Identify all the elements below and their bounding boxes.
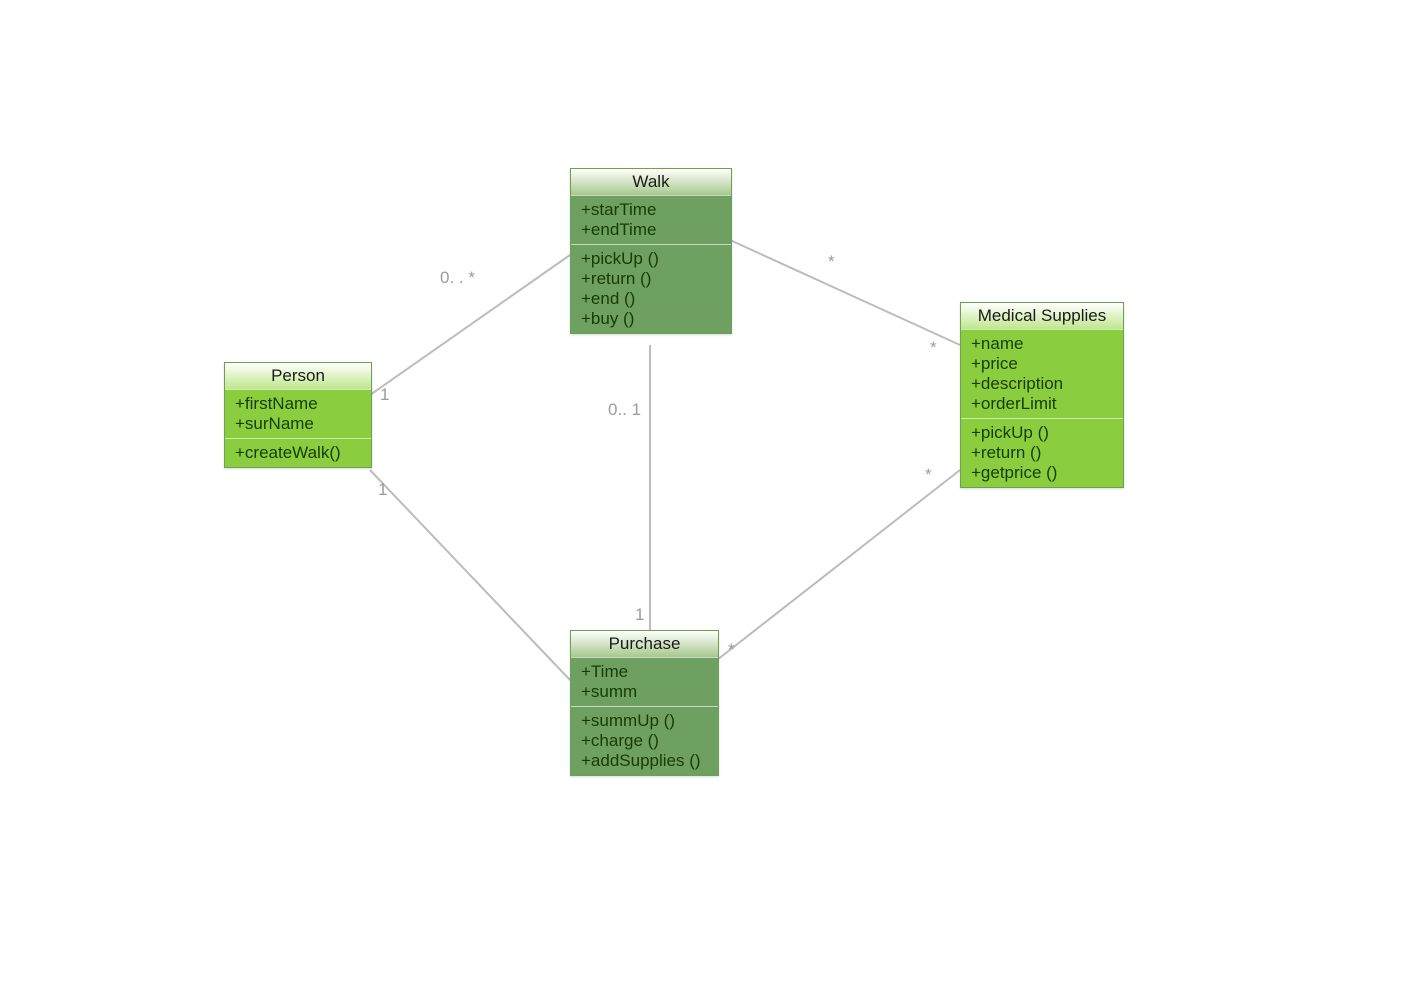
uml-class-diagram: Person +firstName +surName +createWalk()… — [0, 0, 1414, 992]
class-medical[interactable]: Medical Supplies +name +price +descripti… — [960, 302, 1124, 488]
class-walk-meth-2: +end () — [581, 289, 721, 309]
connectors-layer — [0, 0, 1414, 992]
mult-walk-medical-walk: * — [828, 252, 835, 272]
class-medical-attr-1: +price — [971, 354, 1113, 374]
class-purchase-meth-2: +addSupplies () — [581, 751, 708, 771]
class-medical-attr-2: +description — [971, 374, 1113, 394]
class-medical-attr-3: +orderLimit — [971, 394, 1113, 414]
class-medical-meth-0: +pickUp () — [971, 423, 1113, 443]
class-person[interactable]: Person +firstName +surName +createWalk() — [224, 362, 372, 468]
class-medical-meth-1: +return () — [971, 443, 1113, 463]
class-person-attributes: +firstName +surName — [225, 389, 371, 438]
class-purchase[interactable]: Purchase +Time +summ +summUp () +charge … — [570, 630, 719, 776]
mult-person-walk-walk: 0. . * — [440, 268, 475, 288]
class-medical-attr-0: +name — [971, 334, 1113, 354]
class-person-meth-0: +createWalk() — [235, 443, 361, 463]
mult-walk-purchase-purchase: 1 — [635, 605, 644, 625]
assoc-purchase-medical — [717, 470, 960, 660]
class-purchase-methods: +summUp () +charge () +addSupplies () — [571, 706, 718, 775]
class-purchase-attributes: +Time +summ — [571, 657, 718, 706]
mult-purchase-medical-purchase: * — [728, 640, 735, 660]
class-medical-methods: +pickUp () +return () +getprice () — [961, 418, 1123, 487]
class-purchase-title: Purchase — [571, 631, 718, 657]
assoc-person-purchase — [370, 470, 570, 680]
mult-walk-purchase-walk: 0.. 1 — [608, 400, 641, 420]
class-purchase-attr-0: +Time — [581, 662, 708, 682]
class-purchase-meth-1: +charge () — [581, 731, 708, 751]
class-purchase-attr-1: +summ — [581, 682, 708, 702]
class-person-attr-1: +surName — [235, 414, 361, 434]
class-medical-attributes: +name +price +description +orderLimit — [961, 329, 1123, 418]
assoc-walk-medical — [730, 240, 960, 345]
class-medical-meth-2: +getprice () — [971, 463, 1113, 483]
class-medical-title: Medical Supplies — [961, 303, 1123, 329]
mult-person-walk-person: 1 — [380, 385, 389, 405]
class-walk-title: Walk — [571, 169, 731, 195]
class-walk-meth-0: +pickUp () — [581, 249, 721, 269]
mult-person-purchase-person: 1 — [378, 480, 387, 500]
class-walk-meth-1: +return () — [581, 269, 721, 289]
class-purchase-meth-0: +summUp () — [581, 711, 708, 731]
class-walk[interactable]: Walk +starTime +endTime +pickUp () +retu… — [570, 168, 732, 334]
class-person-attr-0: +firstName — [235, 394, 361, 414]
class-walk-methods: +pickUp () +return () +end () +buy () — [571, 244, 731, 333]
class-walk-attr-0: +starTime — [581, 200, 721, 220]
class-walk-meth-3: +buy () — [581, 309, 721, 329]
mult-purchase-medical-medical: * — [925, 465, 932, 485]
class-walk-attributes: +starTime +endTime — [571, 195, 731, 244]
class-person-title: Person — [225, 363, 371, 389]
class-walk-attr-1: +endTime — [581, 220, 721, 240]
class-person-methods: +createWalk() — [225, 438, 371, 467]
mult-walk-medical-medical: * — [930, 338, 937, 358]
